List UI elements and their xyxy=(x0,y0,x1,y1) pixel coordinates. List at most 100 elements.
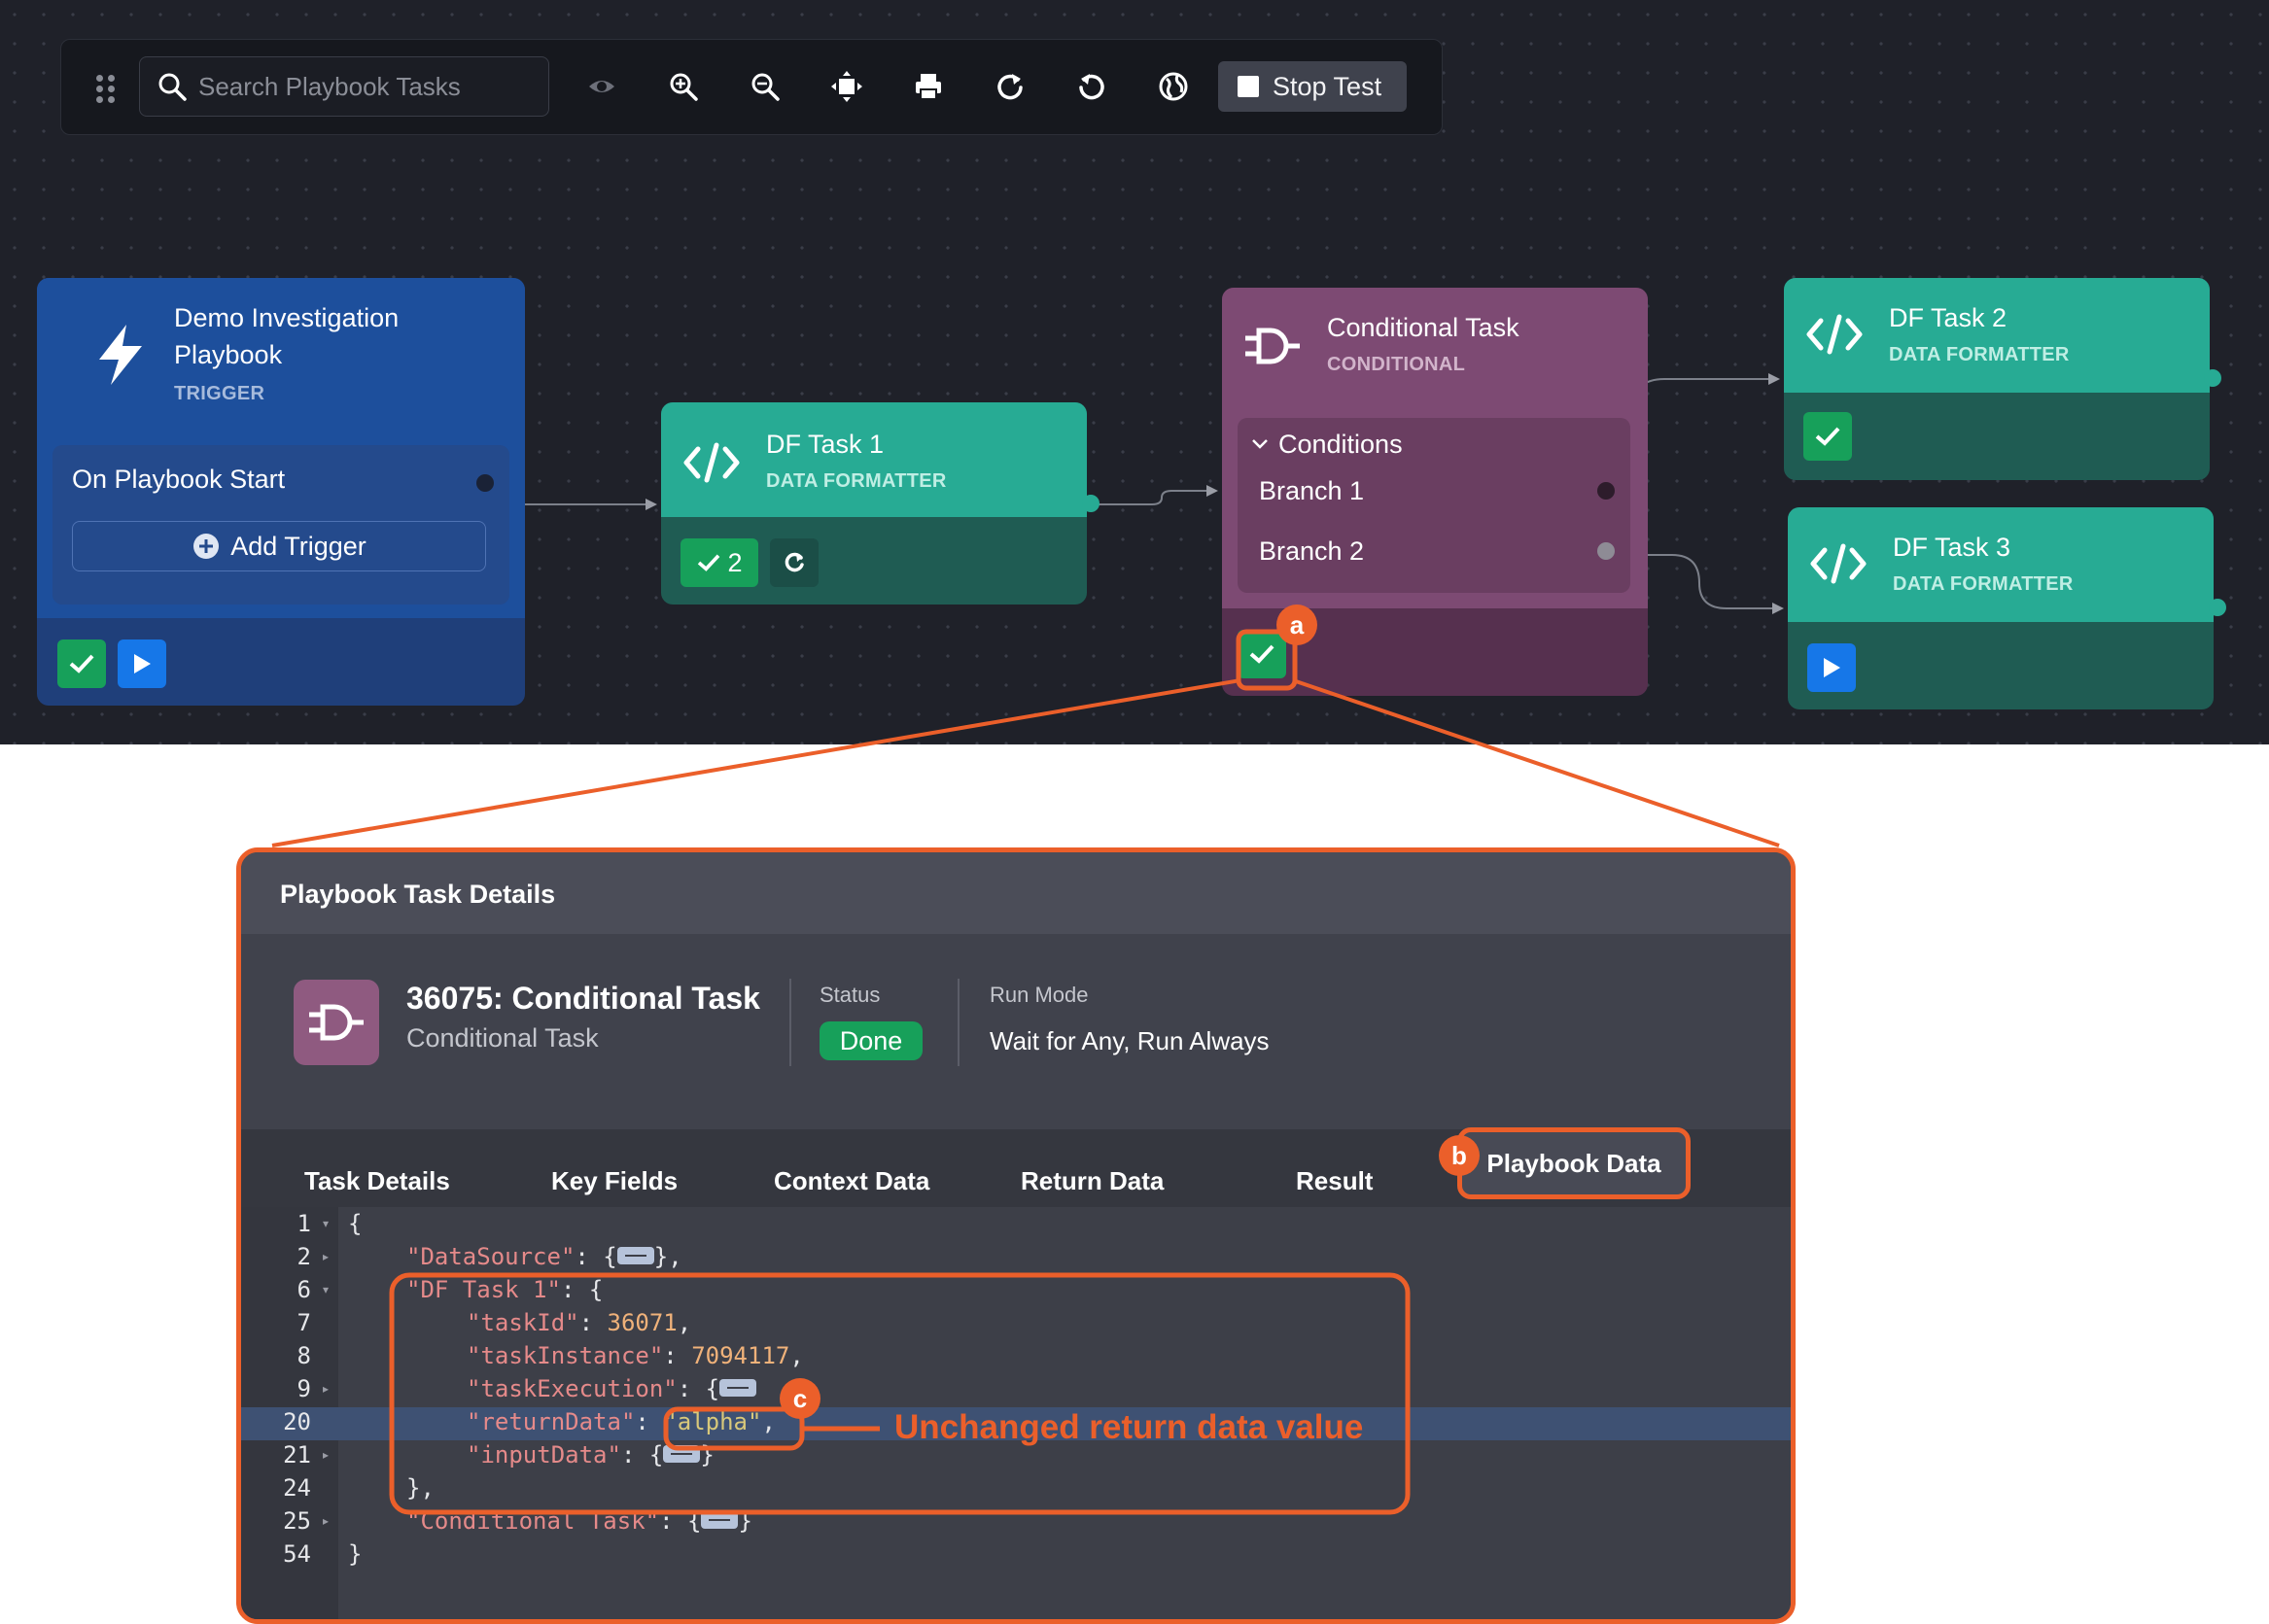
tab-context-data[interactable]: Context Data xyxy=(774,1166,929,1196)
logic-gate-icon xyxy=(294,980,379,1065)
drag-handle-icon[interactable] xyxy=(96,75,118,104)
df-task-3-output-port[interactable] xyxy=(2209,599,2226,616)
code-line-7: "taskId": 36071, xyxy=(467,1309,692,1336)
df-task-1-output-port[interactable] xyxy=(1082,495,1100,512)
code-line-6: "DF Task 1": { xyxy=(406,1276,604,1303)
conditional-title: Conditional Task xyxy=(1327,313,1519,342)
branch-2-output-port[interactable] xyxy=(1597,542,1615,560)
task-name: 36075: Conditional Task xyxy=(406,981,760,1016)
trigger-event-label: On Playbook Start xyxy=(72,465,286,494)
annotation-text: Unchanged return data value xyxy=(894,1408,1364,1446)
task-kind: Conditional Task xyxy=(406,1023,599,1053)
callout-b-marker: b xyxy=(1439,1135,1480,1176)
df-task-3-run-button[interactable] xyxy=(1807,643,1856,692)
trigger-node[interactable]: Demo Investigation Playbook TRIGGER On P… xyxy=(37,278,525,706)
check-icon xyxy=(698,554,720,571)
df-task-1-success-badge[interactable]: 2 xyxy=(681,538,758,587)
eye-icon[interactable] xyxy=(582,67,621,106)
code-icon xyxy=(683,442,740,483)
df-task-3-subtitle: DATA FORMATTER xyxy=(1893,573,2074,595)
line-number: 7 xyxy=(297,1309,311,1336)
details-tabs: Task Details Key Fields Context Data Ret… xyxy=(241,1127,1791,1207)
df-task-2-node[interactable]: DF Task 2 DATA FORMATTER xyxy=(1784,278,2210,480)
code-line-1: { xyxy=(348,1210,363,1237)
collapsed-chip[interactable] xyxy=(663,1445,701,1463)
tab-result[interactable]: Result xyxy=(1296,1166,1373,1196)
conditions-toggle[interactable]: Conditions xyxy=(1251,426,1403,463)
trigger-title-line2: Playbook xyxy=(174,340,283,369)
df-task-3-title: DF Task 3 xyxy=(1893,533,2011,562)
fold-arrow-icon[interactable]: ▾ xyxy=(323,1273,329,1306)
line-number: 8 xyxy=(297,1342,311,1369)
print-icon[interactable] xyxy=(909,67,948,106)
line-number: 21 xyxy=(283,1441,311,1469)
zoom-out-icon[interactable] xyxy=(746,67,785,106)
fold-arrow-icon[interactable]: ▾ xyxy=(323,1207,329,1240)
trigger-output-port[interactable] xyxy=(476,474,494,492)
branch-2-label: Branch 2 xyxy=(1259,536,1365,566)
code-icon xyxy=(1810,543,1867,584)
status-label: Status xyxy=(820,983,881,1007)
check-icon xyxy=(1249,644,1274,664)
redo-icon[interactable] xyxy=(991,67,1030,106)
branch-1-label: Branch 1 xyxy=(1259,476,1365,505)
line-number: 24 xyxy=(283,1474,311,1502)
code-line-8: "taskInstance": 7094117, xyxy=(467,1342,804,1369)
line-number: 6 xyxy=(297,1276,311,1303)
conditional-success-badge[interactable] xyxy=(1238,630,1286,678)
branch-1-output-port[interactable] xyxy=(1597,482,1615,500)
lightning-icon xyxy=(99,325,142,385)
fit-view-icon[interactable] xyxy=(827,67,866,106)
collapsed-chip[interactable] xyxy=(701,1511,739,1529)
tab-playbook-data[interactable]: Playbook Data xyxy=(1457,1127,1691,1199)
trigger-event-card: On Playbook Start Add Trigger xyxy=(52,445,509,605)
undo-icon[interactable] xyxy=(1072,67,1111,106)
search-box[interactable] xyxy=(139,56,549,117)
tab-key-fields[interactable]: Key Fields xyxy=(551,1166,678,1196)
divider xyxy=(958,979,960,1066)
fold-arrow-icon[interactable]: ▸ xyxy=(323,1240,329,1273)
fold-arrow-icon[interactable]: ▸ xyxy=(323,1438,329,1471)
canvas-toolbar: Stop Test xyxy=(60,39,1443,135)
run-mode-value: Wait for Any, Run Always xyxy=(990,1026,1270,1055)
zoom-in-icon[interactable] xyxy=(664,67,703,106)
df-task-1-title: DF Task 1 xyxy=(766,430,885,459)
conditional-subtitle: CONDITIONAL xyxy=(1327,354,1466,375)
fold-arrow-icon[interactable]: ▸ xyxy=(323,1504,329,1538)
trigger-run-button[interactable] xyxy=(118,639,166,688)
code-line-54: } xyxy=(348,1540,363,1568)
code-line-20: "returnData": "alpha", xyxy=(467,1408,776,1435)
search-input[interactable] xyxy=(196,67,531,106)
line-number: 1 xyxy=(297,1210,311,1237)
tab-return-data[interactable]: Return Data xyxy=(1021,1166,1164,1196)
stop-test-button[interactable]: Stop Test xyxy=(1218,61,1407,112)
code-line-25: "Conditional Task": {} xyxy=(406,1507,752,1535)
collapsed-chip[interactable] xyxy=(719,1379,757,1397)
df-task-2-title: DF Task 2 xyxy=(1889,303,2007,332)
df-task-1-node[interactable]: DF Task 1 DATA FORMATTER 2 xyxy=(661,402,1087,605)
line-number: 9 xyxy=(297,1375,311,1402)
df-task-2-success-badge[interactable] xyxy=(1803,412,1852,461)
add-trigger-button[interactable]: Add Trigger xyxy=(72,521,486,571)
stop-test-label: Stop Test xyxy=(1273,71,1382,101)
df-task-1-subtitle: DATA FORMATTER xyxy=(766,470,947,492)
trigger-title-line1: Demo Investigation xyxy=(174,303,400,332)
playbook-canvas[interactable]: Stop Test Demo Investigation Playbook TR… xyxy=(0,0,2269,744)
chevron-down-icon xyxy=(1252,439,1268,449)
fold-arrow-icon[interactable]: ▸ xyxy=(323,1372,329,1405)
globe-icon[interactable] xyxy=(1154,67,1193,106)
run-mode-label: Run Mode xyxy=(990,983,1089,1007)
add-trigger-label: Add Trigger xyxy=(230,531,367,561)
df-task-2-output-port[interactable] xyxy=(2204,369,2221,387)
tab-task-details[interactable]: Task Details xyxy=(304,1166,450,1196)
collapsed-chip[interactable] xyxy=(616,1247,654,1264)
df-task-3-node[interactable]: DF Task 3 DATA FORMATTER xyxy=(1788,507,2214,709)
divider xyxy=(789,979,791,1066)
trigger-success-badge[interactable] xyxy=(57,639,106,688)
check-icon xyxy=(69,654,94,674)
df-task-1-rerun-button[interactable] xyxy=(770,538,819,587)
conditions-card: Conditions Branch 1 Branch 2 xyxy=(1238,418,1630,593)
plus-circle-icon xyxy=(193,534,220,559)
play-icon xyxy=(134,654,151,674)
callout-a-marker: a xyxy=(1276,605,1317,645)
